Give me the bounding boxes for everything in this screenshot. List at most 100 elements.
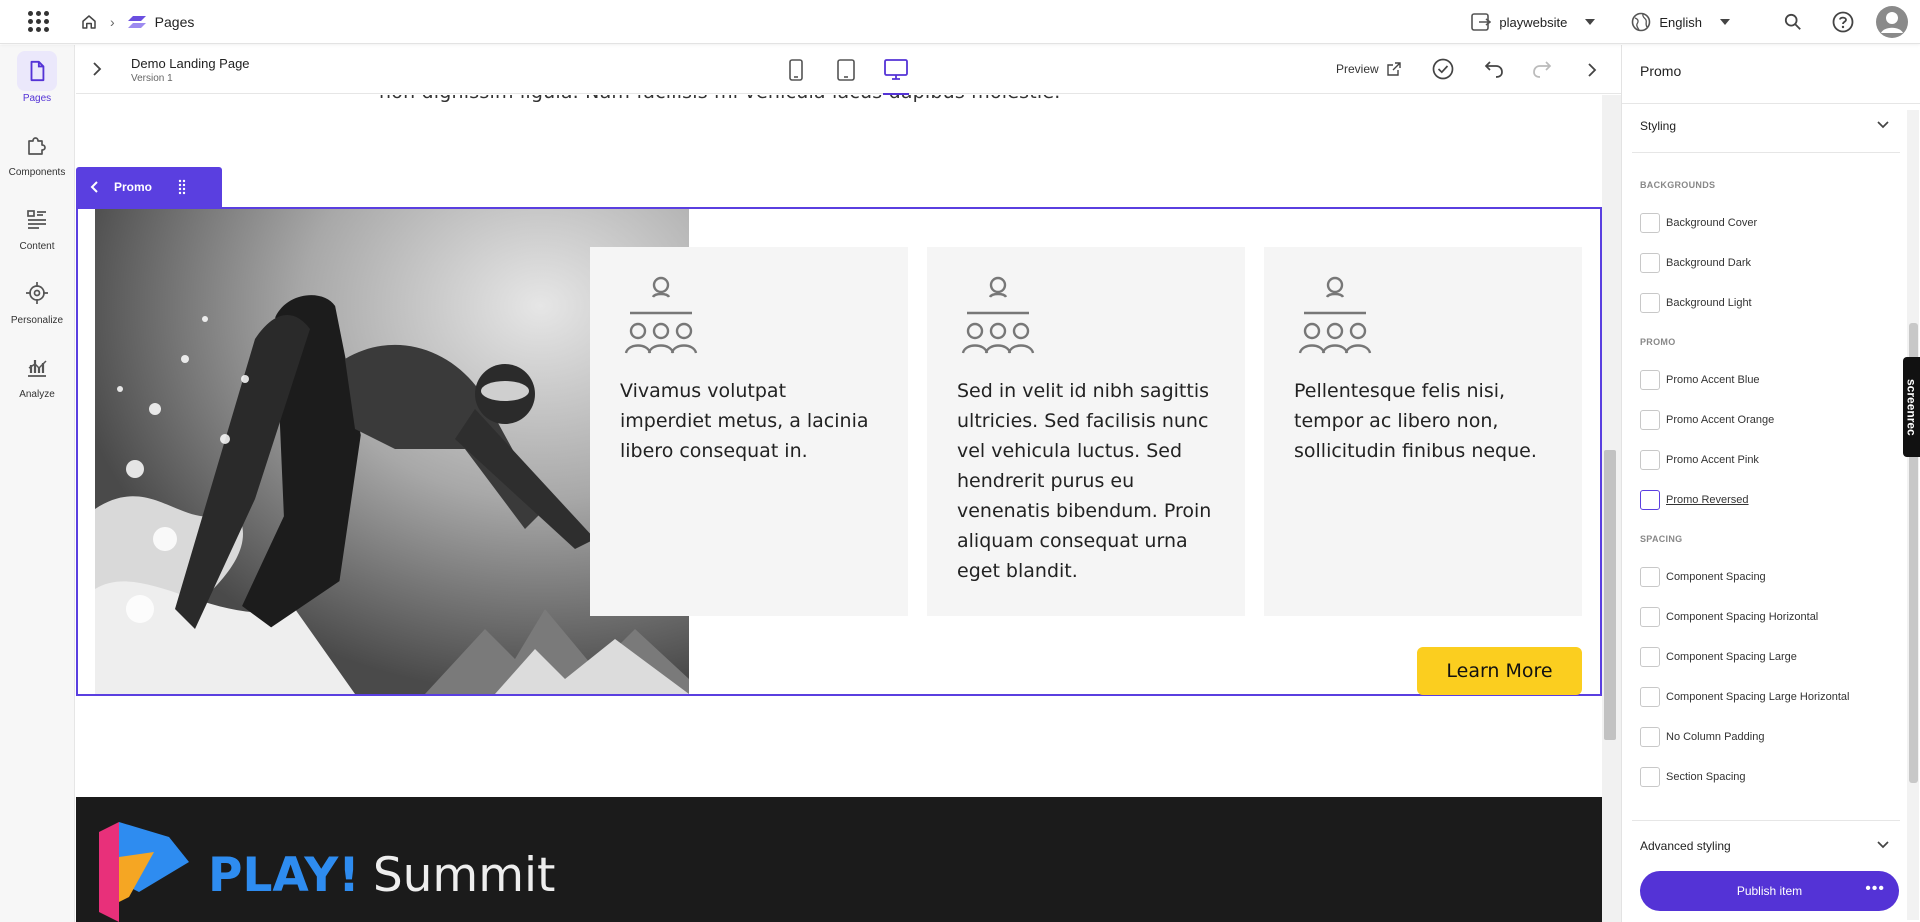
learn-more-button[interactable]: Learn More — [1417, 647, 1582, 695]
nav-item-personalize[interactable]: Personalize — [0, 273, 74, 326]
component-toolbar: Promo — [76, 167, 222, 207]
page-name: Demo Landing Page — [131, 56, 250, 71]
checkbox-label: Promo Accent Orange — [1666, 414, 1775, 426]
more-options-icon[interactable]: ••• — [1865, 881, 1885, 897]
checkbox-component-spacing[interactable]: Component Spacing — [1640, 567, 1766, 587]
checkbox-box[interactable] — [1640, 370, 1660, 390]
checkbox-background-light[interactable]: Background Light — [1640, 293, 1752, 313]
properties-panel: Promo Styling BACKGROUNDS Background Cov… — [1621, 45, 1920, 922]
content-list-icon — [17, 199, 57, 239]
people-group-icon — [1294, 275, 1552, 362]
drag-handle-icon[interactable] — [178, 179, 186, 195]
checkbox-promo-accent-pink[interactable]: Promo Accent Pink — [1640, 450, 1759, 470]
checkbox-component-spacing-horizontal[interactable]: Component Spacing Horizontal — [1640, 607, 1818, 627]
promo-card: Vivamus volutpat imperdiet metus, a laci… — [590, 247, 908, 616]
tablet-device-icon[interactable] — [833, 57, 859, 83]
site-icon — [1471, 13, 1492, 31]
checkbox-box[interactable] — [1640, 213, 1660, 233]
page-canvas: non dignissim ligula. Nam facilisis mi v… — [76, 95, 1602, 922]
search-icon[interactable] — [1780, 9, 1806, 35]
nav-item-components[interactable]: Components — [0, 125, 74, 178]
panel-title: Promo — [1640, 63, 1682, 79]
nav-item-content[interactable]: Content — [0, 199, 74, 252]
nav-item-analyze[interactable]: Analyze — [0, 347, 74, 400]
chevron-down-icon — [1720, 19, 1730, 25]
checkbox-promo-reversed[interactable]: Promo Reversed — [1640, 490, 1749, 510]
redo-icon[interactable] — [1532, 60, 1554, 83]
checkbox-box[interactable] — [1640, 607, 1660, 627]
desktop-device-icon[interactable] — [883, 57, 909, 95]
avatar[interactable] — [1876, 6, 1908, 38]
checkbox-label: Component Spacing Large — [1666, 651, 1797, 663]
divider — [1632, 820, 1900, 821]
help-icon[interactable] — [1830, 9, 1856, 35]
validate-check-icon[interactable] — [1432, 58, 1454, 85]
section-heading: PROMO — [1640, 337, 1676, 347]
checkbox-label: Background Dark — [1666, 257, 1751, 269]
screenrec-overlay[interactable]: screenrec — [1903, 357, 1920, 457]
checkbox-component-spacing-large-horizontal[interactable]: Component Spacing Large Horizontal — [1640, 687, 1849, 707]
checkbox-box[interactable] — [1640, 490, 1660, 510]
checkbox-box[interactable] — [1640, 450, 1660, 470]
checkbox-label: Promo Accent Blue — [1666, 374, 1760, 386]
promo-card: Pellentesque felis nisi, tempor ac liber… — [1264, 247, 1582, 616]
breadcrumb-current[interactable]: Pages — [155, 14, 195, 30]
nav-item-pages[interactable]: Pages — [0, 51, 74, 104]
checkbox-box[interactable] — [1640, 410, 1660, 430]
checkbox-label: Component Spacing Horizontal — [1666, 611, 1819, 623]
checkbox-label: Promo Reversed — [1666, 494, 1749, 506]
checkbox-box[interactable] — [1640, 567, 1660, 587]
checkbox-label: Background Light — [1666, 297, 1752, 309]
logo-play: PLAY! — [208, 848, 360, 903]
checkbox-promo-accent-orange[interactable]: Promo Accent Orange — [1640, 410, 1774, 430]
preview-button[interactable]: Preview — [1336, 62, 1401, 76]
chevron-up-icon — [1876, 119, 1890, 133]
checkbox-label: Component Spacing — [1666, 571, 1766, 583]
collapse-panel-chevron-icon[interactable] — [1585, 60, 1599, 85]
top-right-controls: playwebsite English — [1471, 0, 1920, 44]
app-launcher-icon[interactable] — [26, 10, 50, 34]
checkbox-label: Section Spacing — [1666, 771, 1746, 783]
site-selector[interactable]: playwebsite — [1471, 13, 1596, 31]
checkbox-background-cover[interactable]: Background Cover — [1640, 213, 1757, 233]
section-heading: SPACING — [1640, 534, 1683, 544]
checkbox-promo-accent-blue[interactable]: Promo Accent Blue — [1640, 370, 1760, 390]
checkbox-box[interactable] — [1640, 767, 1660, 787]
checkbox-box[interactable] — [1640, 647, 1660, 667]
preview-label: Preview — [1336, 62, 1379, 76]
advanced-styling-accordion[interactable]: Advanced styling — [1640, 838, 1890, 854]
language-selector[interactable]: English — [1631, 12, 1730, 32]
checkbox-box[interactable] — [1640, 253, 1660, 273]
checkbox-background-dark[interactable]: Background Dark — [1640, 253, 1751, 273]
promo-card-text: Pellentesque felis nisi, tempor ac liber… — [1294, 380, 1537, 462]
people-group-icon — [620, 275, 878, 362]
checkbox-label: Promo Accent Pink — [1666, 454, 1759, 466]
checkbox-no-column-padding[interactable]: No Column Padding — [1640, 727, 1764, 747]
divider — [1622, 103, 1920, 104]
target-icon — [17, 273, 57, 313]
back-chevron-icon[interactable] — [90, 180, 100, 194]
nav-label: Components — [8, 167, 66, 178]
publish-item-button[interactable]: Publish item ••• — [1640, 871, 1899, 911]
left-navigation: Pages Components Content Personalize Ana… — [0, 45, 75, 922]
nav-label: Pages — [22, 93, 52, 104]
canvas-scroll-thumb[interactable] — [1604, 450, 1616, 740]
styling-accordion[interactable]: Styling — [1640, 119, 1890, 133]
undo-icon[interactable] — [1482, 60, 1504, 83]
component-name[interactable]: Promo — [114, 180, 152, 194]
checkbox-box[interactable] — [1640, 293, 1660, 313]
play-summit-logo-icon — [99, 822, 189, 922]
checkbox-section-spacing[interactable]: Section Spacing — [1640, 767, 1746, 787]
checkbox-component-spacing-large[interactable]: Component Spacing Large — [1640, 647, 1797, 667]
chart-icon — [17, 347, 57, 387]
checkbox-label: Background Cover — [1666, 217, 1758, 229]
checkbox-box[interactable] — [1640, 727, 1660, 747]
play-summit-logo-text: PLAY! Summit — [208, 847, 556, 903]
expand-chevron-icon[interactable] — [90, 59, 104, 84]
top-bar: › Pages playwebsite English — [0, 0, 1920, 44]
home-icon[interactable] — [80, 13, 98, 31]
checkbox-box[interactable] — [1640, 687, 1660, 707]
previous-section-text: non dignissim ligula. Nam facilisis mi v… — [379, 95, 1061, 103]
accordion-label: Styling — [1640, 119, 1677, 133]
mobile-device-icon[interactable] — [783, 57, 809, 83]
